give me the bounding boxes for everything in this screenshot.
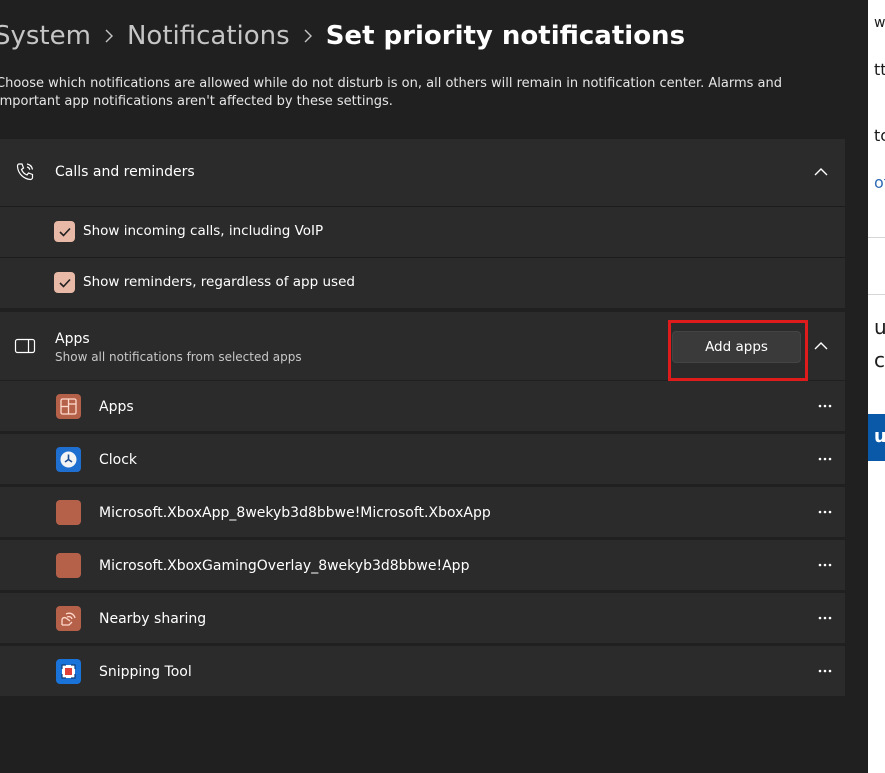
reminders-label: Show reminders, regardless of app used: [83, 274, 355, 290]
settings-main: System Notifications Set priority notifi…: [0, 0, 868, 773]
page-description: Choose which notifications are allowed w…: [0, 76, 782, 109]
more-options-icon[interactable]: [813, 394, 837, 418]
incoming-calls-checkbox[interactable]: [54, 221, 75, 242]
apps-subtitle: Show all notifications from selected app…: [55, 350, 302, 364]
apps-icon: [56, 394, 81, 419]
window-link-fragment[interactable]: of: [874, 173, 885, 192]
nearby-sharing-icon: [56, 606, 81, 631]
app-row: Apps: [0, 381, 845, 431]
app-row: Nearby sharing: [0, 593, 845, 643]
app-row: Clock: [0, 434, 845, 484]
more-options-icon[interactable]: [813, 659, 837, 683]
chevron-up-icon[interactable]: [810, 161, 832, 183]
background-window: w tto to of u c u: [868, 0, 885, 773]
window-text-fragment: w: [874, 15, 885, 31]
more-options-icon[interactable]: [813, 447, 837, 471]
chevron-right-icon: [290, 16, 326, 56]
breadcrumb-system[interactable]: System: [0, 21, 91, 51]
window-text-fragment: u: [874, 315, 885, 339]
incoming-calls-label: Show incoming calls, including VoIP: [83, 223, 324, 239]
more-options-icon[interactable]: [813, 500, 837, 524]
tablet-icon: [14, 335, 36, 357]
app-name: Apps: [99, 399, 134, 415]
apps-title: Apps: [55, 331, 90, 347]
chevron-right-icon: [91, 16, 127, 56]
window-button-fragment: u: [874, 426, 885, 447]
calls-reminders-header[interactable]: Calls and reminders: [0, 139, 845, 206]
window-text-fragment: to: [874, 126, 885, 145]
app-name: Snipping Tool: [99, 664, 192, 680]
snipping-tool-icon: [56, 659, 81, 684]
app-name: Microsoft.XboxGamingOverlay_8wekyb3d8bbw…: [99, 558, 470, 574]
xbox-overlay-icon: [56, 553, 81, 578]
calls-reminders-title: Calls and reminders: [55, 164, 195, 180]
window-blue-button[interactable]: u: [868, 414, 885, 461]
app-row: Microsoft.XboxGamingOverlay_8wekyb3d8bbw…: [0, 540, 845, 590]
more-options-icon[interactable]: [813, 606, 837, 630]
clock-icon: [56, 447, 81, 472]
add-apps-button[interactable]: Add apps: [672, 331, 801, 363]
breadcrumb-notifications[interactable]: Notifications: [127, 21, 290, 51]
app-row: Snipping Tool: [0, 646, 845, 696]
xbox-app-icon: [56, 500, 81, 525]
option-row-incoming-calls: Show incoming calls, including VoIP: [0, 207, 845, 257]
window-text-fragment: tto: [874, 60, 885, 79]
app-row: Microsoft.XboxApp_8wekyb3d8bbwe!Microsof…: [0, 487, 845, 537]
app-name: Clock: [99, 452, 138, 468]
option-row-reminders: Show reminders, regardless of app used: [0, 258, 845, 308]
chevron-up-icon[interactable]: [810, 335, 832, 357]
more-options-icon[interactable]: [813, 553, 837, 577]
reminders-checkbox[interactable]: [54, 272, 75, 293]
phone-icon: [14, 161, 36, 183]
app-name: Microsoft.XboxApp_8wekyb3d8bbwe!Microsof…: [99, 505, 491, 521]
breadcrumb: System Notifications Set priority notifi…: [0, 16, 685, 56]
app-name: Nearby sharing: [99, 611, 207, 627]
page-title: Set priority notifications: [325, 21, 686, 51]
window-text-fragment: c: [874, 348, 885, 372]
